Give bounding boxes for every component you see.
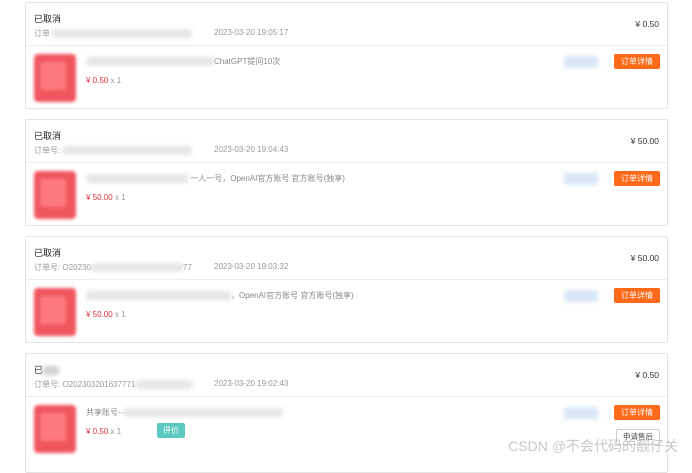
csdn-watermark: CSDN @不会代码的靓仔关	[508, 438, 678, 454]
order-time: 2023-03-20 19:02:43	[214, 379, 289, 388]
quantity: x 1	[114, 310, 126, 319]
order-item: ，OpenAI官方账号 官方账号(独享) ¥ 50.00 x 1 订单详情	[26, 280, 667, 342]
product-price: ¥ 0.50 x 1	[86, 427, 121, 436]
order-number: 订单 2023-03-20 19:05:17	[34, 28, 288, 39]
unit-price: ¥ 50.00	[86, 193, 113, 202]
product-price: ¥ 50.00 x 1	[86, 310, 126, 319]
product-name[interactable]: 共享账号--	[86, 407, 284, 418]
redacted-order-id	[52, 29, 193, 39]
order-number-label: 订单	[34, 29, 50, 38]
order-number-label: 订单号:	[34, 146, 61, 155]
unit-price: ¥ 0.50	[86, 76, 109, 85]
order-card: 已取消 订单号: 2023-03-20 19:04:43 ¥ 50.00 一人一…	[25, 119, 668, 226]
order-card: 已取消 订单号: O20230 77 2023-03-20 19:03:32 ¥ …	[25, 236, 668, 343]
order-time: 2023-03-20 19:03:32	[214, 262, 289, 271]
order-header: 已取消 订单号: O20230 77 2023-03-20 19:03:32 ¥ …	[26, 237, 667, 280]
order-total: ¥ 0.50	[635, 370, 659, 380]
redacted-text	[86, 291, 231, 301]
order-detail-button[interactable]: 订单详情	[614, 171, 660, 186]
product-thumbnail[interactable]	[34, 171, 76, 219]
order-number-label: 订单号: O202303201637771	[34, 380, 136, 389]
product-thumbnail[interactable]	[34, 54, 76, 102]
review-button[interactable]: 评价	[157, 423, 185, 438]
quantity: x 1	[114, 193, 126, 202]
order-detail-button[interactable]: 订单详情	[614, 405, 660, 420]
order-total: ¥ 0.50	[635, 19, 659, 29]
redacted-text	[123, 408, 284, 418]
order-item: ChatGPT提问10次 ¥ 0.50 x 1 订单详情	[26, 46, 667, 108]
order-status: 已取消	[34, 131, 62, 141]
product-thumbnail[interactable]	[34, 288, 76, 336]
order-header: 已 订单号: O202303201637771 2023-03-20 19:02…	[26, 354, 667, 397]
unit-price: ¥ 50.00	[86, 310, 113, 319]
order-header: 已取消 订单号: 2023-03-20 19:04:43 ¥ 50.00	[26, 120, 667, 163]
order-item: 一人一号，OpenAI官方账号 官方账号(独享) ¥ 50.00 x 1 订单详…	[26, 163, 667, 225]
order-total: ¥ 50.00	[630, 136, 659, 146]
redacted-order-id	[62, 146, 193, 156]
product-name[interactable]: 一人一号，OpenAI官方账号 官方账号(独享)	[86, 173, 345, 184]
order-number: 订单号: O20230 77 2023-03-20 19:03:32	[34, 262, 288, 273]
order-status: 已取消	[34, 248, 62, 258]
redacted-chip	[564, 407, 598, 419]
product-thumbnail[interactable]	[34, 405, 76, 453]
redacted-order-id	[90, 263, 183, 273]
order-number-label: 订单号: O20230	[34, 263, 91, 272]
redacted-text	[86, 57, 214, 67]
order-status: 已	[34, 363, 60, 376]
order-number: 订单号: O202303201637771 2023-03-20 19:02:4…	[34, 379, 288, 390]
redacted-status	[43, 366, 60, 376]
order-number: 订单号: 2023-03-20 19:04:43	[34, 145, 288, 156]
order-time: 2023-03-20 19:04:43	[214, 145, 289, 154]
order-header: 已取消 订单 2023-03-20 19:05:17 ¥ 0.50	[26, 3, 667, 46]
order-time: 2023-03-20 19:05:17	[214, 28, 289, 37]
unit-price: ¥ 0.50	[86, 427, 109, 436]
product-price: ¥ 0.50 x 1	[86, 76, 121, 85]
redacted-chip	[564, 290, 598, 302]
redacted-text	[86, 174, 188, 184]
order-total: ¥ 50.00	[630, 253, 659, 263]
order-status: 已取消	[34, 14, 62, 24]
product-price: ¥ 50.00 x 1	[86, 193, 126, 202]
order-card: 已取消 订单 2023-03-20 19:05:17 ¥ 0.50 ChatGP…	[25, 2, 668, 109]
quantity: x 1	[110, 76, 122, 85]
product-name[interactable]: ChatGPT提问10次	[86, 56, 280, 67]
product-name[interactable]: ，OpenAI官方账号 官方账号(独享)	[86, 290, 354, 301]
quantity: x 1	[110, 427, 122, 436]
order-detail-button[interactable]: 订单详情	[614, 54, 660, 69]
order-detail-button[interactable]: 订单详情	[614, 288, 660, 303]
redacted-chip	[564, 173, 598, 185]
redacted-order-id	[135, 380, 194, 390]
redacted-chip	[564, 56, 598, 68]
order-number-suffix: 77	[182, 263, 192, 272]
